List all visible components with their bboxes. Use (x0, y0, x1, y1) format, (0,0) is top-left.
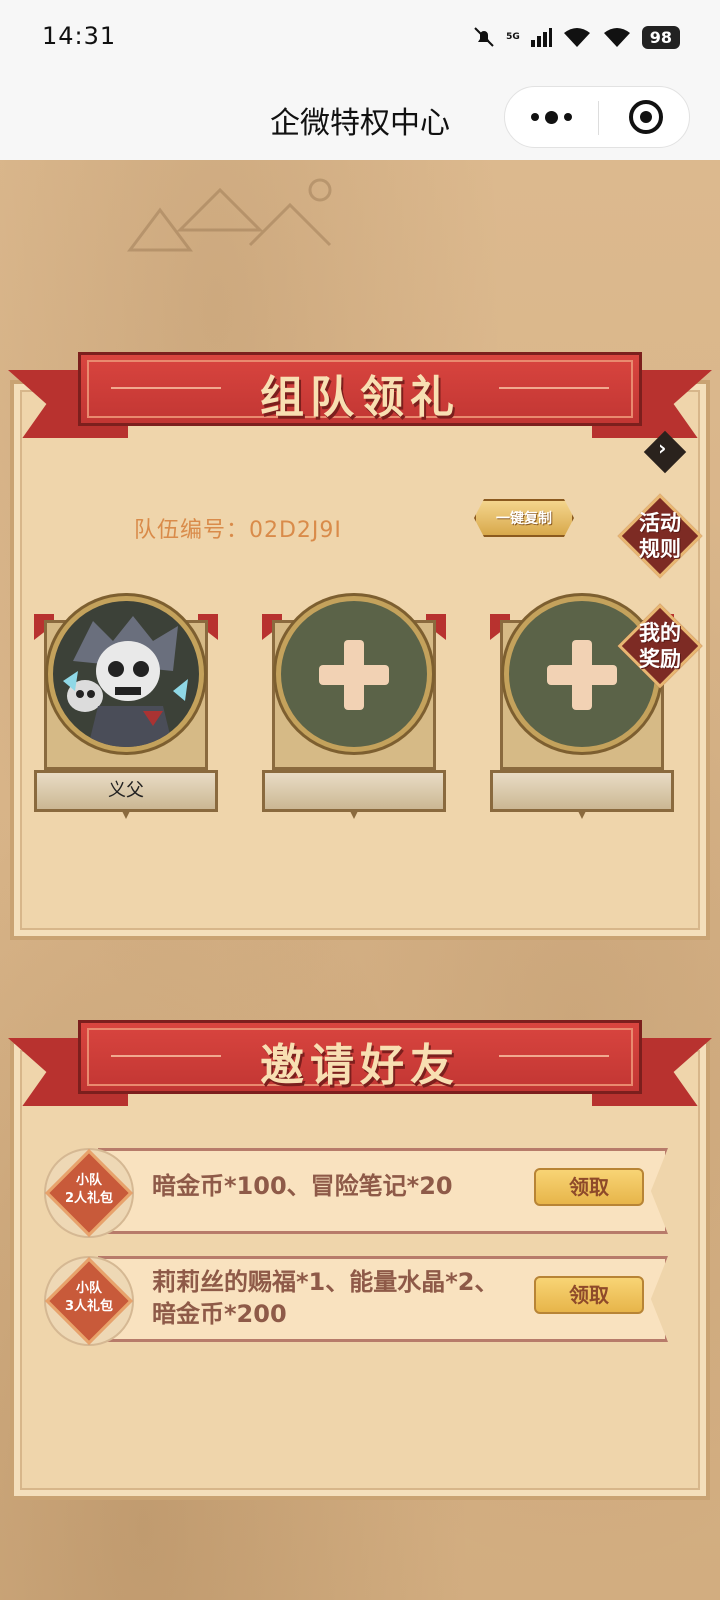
team-code: 队伍编号：02D2J9I (134, 518, 342, 543)
more-button[interactable] (505, 87, 598, 147)
close-target-icon[interactable] (629, 100, 663, 134)
member-name-plate (490, 770, 674, 812)
mute-bell-icon (474, 27, 494, 47)
chevron-right-icon: › (658, 435, 667, 460)
capsule-menu (504, 86, 690, 148)
invite-friends-banner: 邀请好友 (8, 1020, 712, 1110)
my-rewards-label-overlay: 我的 奖励 (639, 621, 681, 671)
ribbon-body: 组队领礼 (78, 352, 642, 426)
wifi-icon (563, 28, 590, 47)
more-dot (545, 110, 558, 124)
team-member-slot-2[interactable] (262, 590, 446, 812)
claim-button[interactable]: 领取 (534, 1276, 644, 1314)
team-member-slot-1[interactable]: 义父 (34, 590, 218, 812)
status-time: 14:31 (42, 22, 117, 50)
claim-button[interactable]: 领取 (534, 1168, 644, 1206)
reward-description: 莉莉丝的赐福*1、能量水晶*2、暗金币*200 (152, 1268, 499, 1328)
member-name: 义父 (108, 780, 144, 801)
reward-badge-label: 小队 2人礼包 (64, 1173, 114, 1206)
member-avatar (48, 596, 204, 752)
plus-icon-vertical (572, 640, 592, 710)
status-bar: 14:31 5G 98 (0, 0, 720, 76)
signal-icon (530, 28, 552, 47)
status-icons: 5G 98 (472, 22, 680, 52)
village-sketch-illustration (127, 178, 332, 252)
activity-rules-label: 活动 规则 (639, 511, 681, 561)
reward-row-2-person: 小队 2人礼包 暗金币*100、冒险笔记*20 领取 (44, 1146, 668, 1238)
plus-icon-vertical (344, 640, 364, 710)
battery-indicator: 98 (641, 25, 680, 49)
my-rewards-button-overlay[interactable]: 我的 奖励 (617, 603, 703, 689)
copy-button-label: 一键复制 (496, 511, 552, 527)
network-type: 5G (506, 32, 520, 42)
reward-badge-label: 小队 3人礼包 (64, 1281, 114, 1314)
member-name-plate (262, 770, 446, 812)
wifi-icon-2 (603, 28, 630, 47)
reward-row-3-person: 小队 3人礼包 莉莉丝的赐福*1、能量水晶*2、暗金币*200 领取 (44, 1254, 668, 1346)
reward-description: 暗金币*100、冒险笔记*20 (152, 1172, 453, 1200)
more-dot (564, 113, 572, 121)
team-gift-title: 组队领礼 (260, 372, 460, 423)
ribbon-body: 邀请好友 (78, 1020, 642, 1094)
invite-member-button[interactable] (276, 596, 432, 752)
skull-character-icon (63, 616, 188, 747)
copy-team-code-button[interactable]: 一键复制 (474, 499, 574, 537)
capsule-divider (598, 101, 599, 135)
team-gift-banner: 组队领礼 (8, 352, 712, 442)
invite-friends-title: 邀请好友 (260, 1040, 460, 1091)
more-dots-icon (531, 113, 539, 121)
activity-rules-button[interactable]: 活动 规则 (617, 493, 703, 579)
mini-program-titlebar: 企微特权中心 (0, 76, 720, 160)
